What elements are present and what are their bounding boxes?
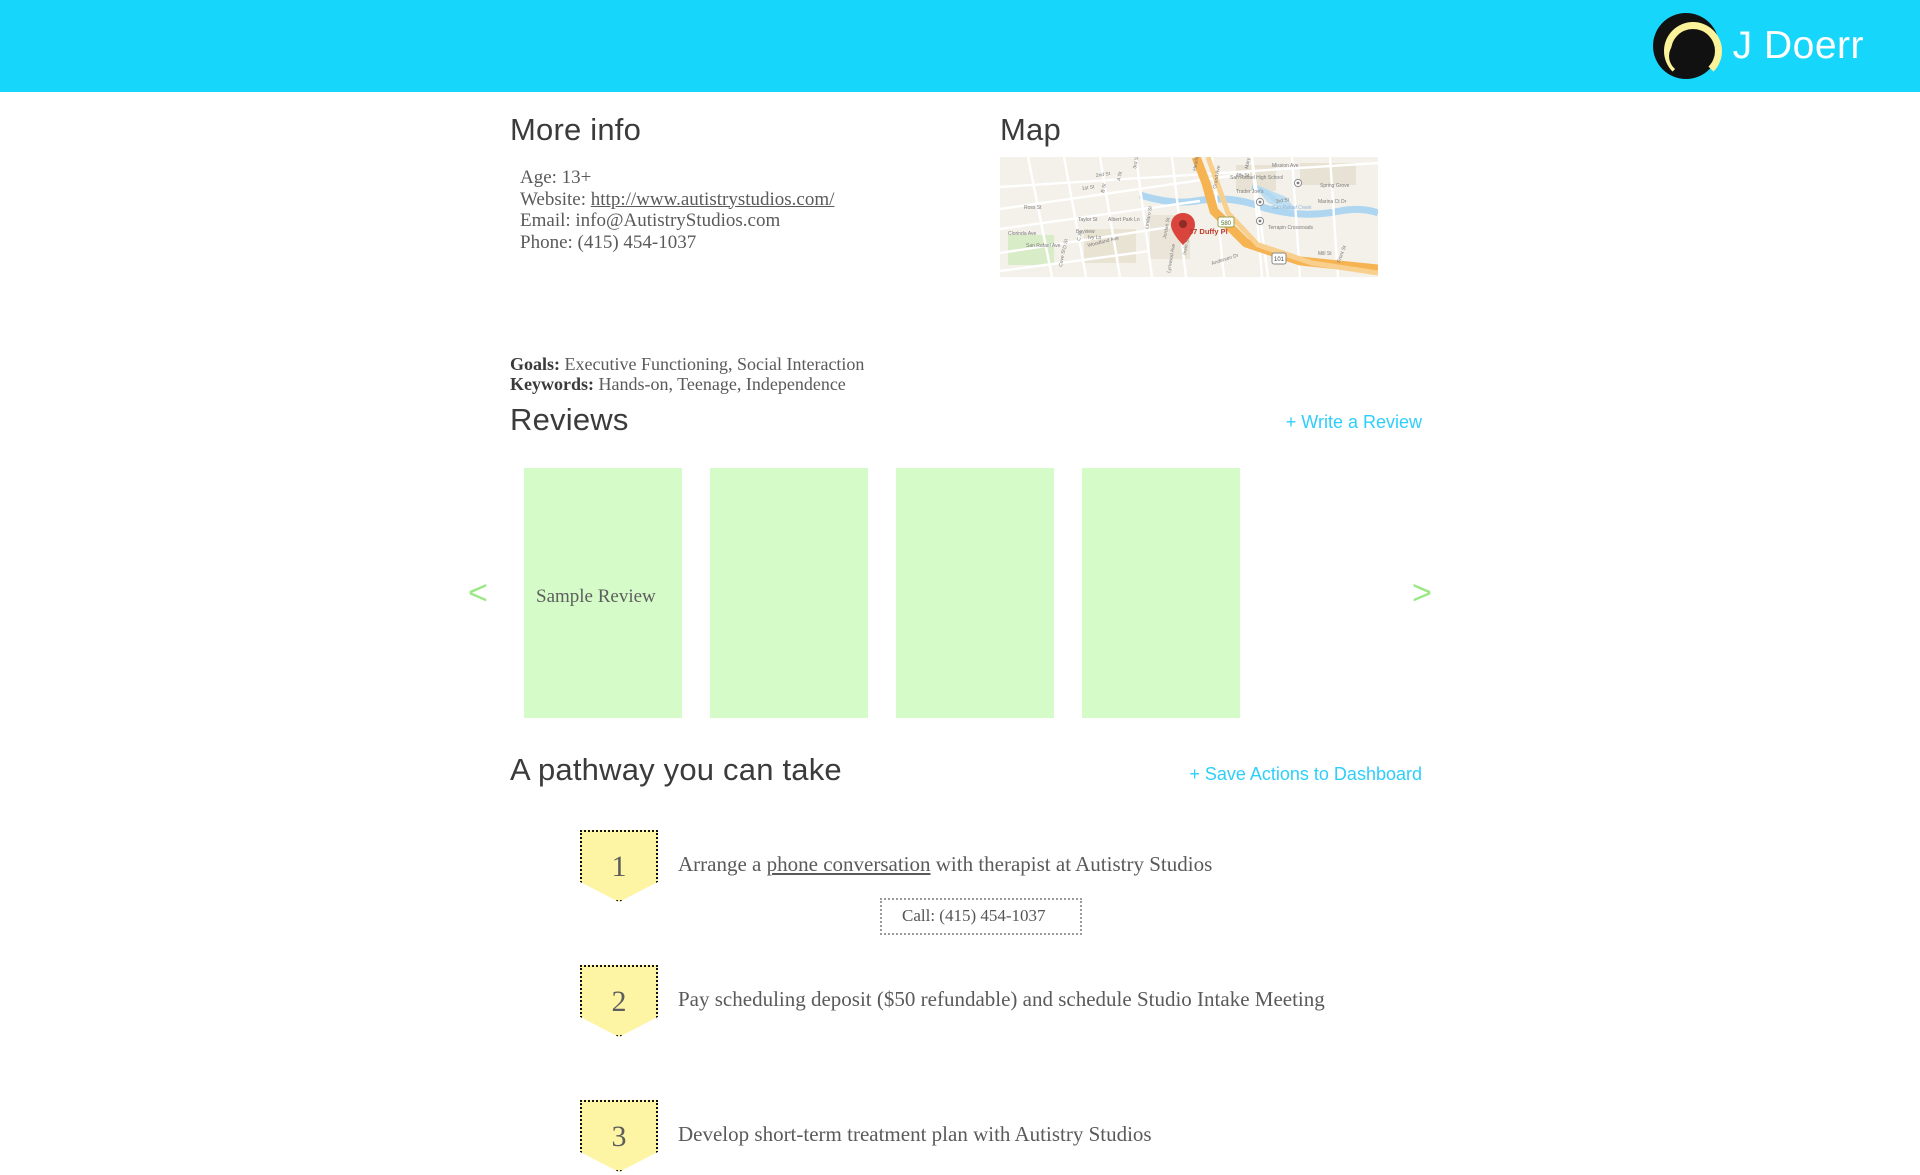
review-card[interactable] [1082, 468, 1240, 718]
pathway-step: 3 Develop short-term treatment plan with… [580, 1100, 1480, 1175]
more-info-list: Age: 13+ Website: http://www.autistrystu… [520, 167, 834, 253]
pathway-step: 2 Pay scheduling deposit ($50 refundable… [580, 965, 1480, 1040]
svg-text:San Rafael Creek: San Rafael Creek [1272, 205, 1312, 211]
svg-text:San Rafael Ave: San Rafael Ave [1026, 243, 1061, 249]
step-number: 2 [611, 985, 627, 1018]
goals-value: Executive Functioning, Social Interactio… [560, 354, 865, 374]
email-line: Email: info@AutistryStudios.com [520, 210, 781, 231]
step-text: Develop short-term treatment plan with A… [678, 1122, 1398, 1147]
review-card[interactable] [896, 468, 1054, 718]
step-number: 1 [611, 850, 627, 883]
age-line: Age: 13+ [520, 167, 592, 188]
write-review-link[interactable]: + Write a Review [1286, 412, 1422, 433]
svg-text:Marina Ct Dr: Marina Ct Dr [1318, 199, 1347, 205]
review-card-text: Sample Review [536, 586, 656, 607]
step-text-before: Develop short-term treatment plan with A… [678, 1122, 1152, 1146]
info-and-map-row: More info Age: 13+ Website: http://www.a… [0, 92, 1920, 394]
svg-text:Trader Joe's: Trader Joe's [1236, 189, 1264, 195]
step-text-before: Arrange a [678, 852, 767, 876]
svg-text:Spring Grove: Spring Grove [1320, 183, 1350, 189]
step-number-badge: 3 [580, 1100, 658, 1172]
step-number-badge: 2 [580, 965, 658, 1037]
keywords-value: Hands-on, Teenage, Independence [594, 374, 846, 394]
review-card[interactable]: Sample Review [524, 468, 682, 718]
review-card[interactable] [710, 468, 868, 718]
goals-line: Goals: Executive Functioning, Social Int… [510, 354, 864, 374]
phone-conversation-link[interactable]: phone conversation [767, 852, 931, 876]
svg-text:Taylor St: Taylor St [1078, 217, 1098, 223]
pathway-step: 1 Arrange a phone conversation with ther… [580, 830, 1480, 935]
step-text-after: with therapist at Autistry Studios [930, 852, 1213, 876]
reviews-prev-arrow[interactable]: < [468, 574, 488, 613]
svg-text:Ivy Ln: Ivy Ln [1088, 235, 1102, 241]
more-info-heading: More info [510, 112, 642, 147]
website-line: Website: http://www.autistrystudios.com/ [520, 189, 834, 211]
page-content: More info Age: 13+ Website: http://www.a… [0, 92, 1920, 1172]
map-thumbnail[interactable]: 580 101 2nd St 1st St 3rd St 4th St A St… [1000, 157, 1378, 277]
svg-text:Ross St: Ross St [1024, 205, 1042, 211]
map-heading: Map [1000, 112, 1061, 147]
step-number: 3 [611, 1120, 627, 1153]
step-text: Pay scheduling deposit ($50 refundable) … [678, 987, 1398, 1012]
pathway-heading: A pathway you can take [510, 752, 842, 787]
pathway-steps: 1 Arrange a phone conversation with ther… [580, 830, 1480, 1172]
username-label: J Doerr [1732, 24, 1864, 67]
save-actions-link[interactable]: + Save Actions to Dashboard [1189, 764, 1422, 785]
step-text-before: Pay scheduling deposit ($50 refundable) … [678, 987, 1325, 1011]
website-link[interactable]: http://www.autistrystudios.com/ [591, 189, 835, 210]
keywords-label: Keywords: [510, 374, 594, 394]
reviews-heading: Reviews [510, 402, 629, 437]
reviews-section: Reviews + Write a Review < Sample Review… [0, 402, 1920, 718]
svg-text:San Rafael High School: San Rafael High School [1230, 175, 1283, 181]
user-avatar-icon[interactable] [1652, 13, 1719, 79]
phone-line: Phone: (415) 454-1037 [520, 231, 697, 253]
user-account-block[interactable]: J Doerr [1652, 13, 1864, 79]
keywords-line: Keywords: Hands-on, Teenage, Independenc… [510, 374, 864, 394]
website-label: Website: [520, 188, 591, 210]
goals-label: Goals: [510, 354, 561, 374]
step-text: Arrange a phone conversation with therap… [678, 852, 1398, 877]
step-number-badge: 1 [580, 830, 658, 902]
pathway-section: A pathway you can take + Save Actions to… [0, 752, 1920, 1172]
top-header-bar: J Doerr [0, 0, 1920, 92]
call-tooltip: Call: (415) 454-1037 [880, 898, 1082, 935]
reviews-next-arrow[interactable]: > [1412, 574, 1432, 613]
tags-block: Goals: Executive Functioning, Social Int… [510, 354, 864, 394]
svg-text:Terrapin Crossroads: Terrapin Crossroads [1268, 225, 1314, 231]
svg-text:Mission Ave: Mission Ave [1272, 163, 1299, 169]
svg-text:Mill St: Mill St [1318, 251, 1332, 257]
svg-text:Clorinda Ave: Clorinda Ave [1008, 231, 1036, 237]
svg-text:Albert Park Ln: Albert Park Ln [1108, 217, 1140, 223]
svg-text:101: 101 [1274, 257, 1285, 263]
svg-text:37 Duffy Pl: 37 Duffy Pl [1189, 227, 1228, 236]
reviews-carousel: Sample Review [524, 468, 1240, 718]
